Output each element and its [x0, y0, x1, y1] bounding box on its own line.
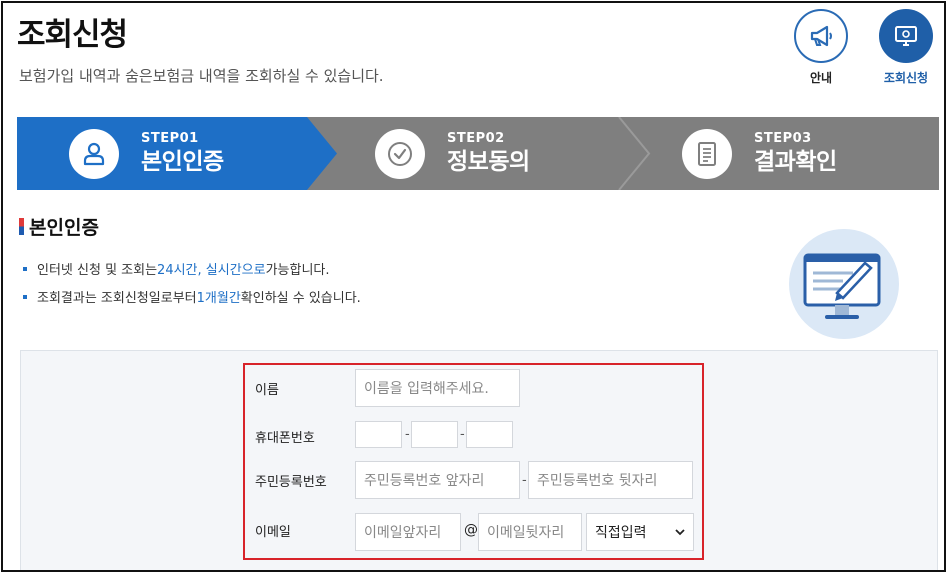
computer-illustration-icon — [789, 229, 899, 339]
section-title: 본인인증 — [19, 213, 99, 240]
step-1-number: STEP01 — [141, 130, 199, 146]
guide-button[interactable]: 안내 — [791, 9, 851, 86]
email-domain-select[interactable]: 직접입력 — [586, 513, 694, 551]
apply-inquiry-label: 조회신청 — [883, 71, 929, 85]
document-icon — [682, 128, 732, 179]
step-1: STEP01 본인인증 — [69, 117, 224, 190]
chevron-down-icon — [675, 529, 685, 536]
notice-text: 인터넷 신청 및 조회는 — [37, 263, 158, 278]
step-3-number: STEP03 — [754, 130, 812, 146]
name-label: 이름 — [255, 383, 279, 398]
user-icon — [69, 128, 119, 179]
email-at-sign: @ — [464, 522, 478, 538]
email-front-input[interactable]: 이메일앞자리 — [355, 513, 461, 551]
name-input[interactable]: 이름을 입력해주세요. — [355, 369, 520, 407]
rrn-front-input[interactable]: 주민등록번호 앞자리 — [355, 461, 520, 499]
page-subtitle: 보험가입 내역과 숨은보험금 내역을 조회하실 수 있습니다. — [19, 67, 384, 85]
bullet-icon — [23, 294, 27, 299]
notice-text: 확인하실 수 있습니다. — [240, 291, 361, 306]
step-2-name: 정보동의 — [447, 148, 530, 175]
step-divider-chevron — [618, 117, 651, 190]
notice-highlight: 1개월간 — [196, 291, 241, 306]
phone-last-input[interactable] — [466, 421, 513, 448]
email-back-input[interactable]: 이메일뒷자리 — [478, 513, 582, 551]
phone-separator: - — [405, 427, 410, 442]
notice-text: 가능합니다. — [265, 263, 330, 278]
rrn-back-input[interactable]: 주민등록번호 뒷자리 — [528, 461, 693, 499]
step-2-number: STEP02 — [447, 130, 505, 146]
page-title: 조회신청 — [17, 17, 128, 53]
section-title-text: 본인인증 — [29, 217, 99, 239]
section-flag-icon — [19, 218, 24, 235]
phone-separator: - — [460, 427, 465, 442]
notice-text: 조회결과는 조회신청일로부터 — [37, 291, 197, 306]
apply-inquiry-button[interactable]: 조회신청 — [876, 9, 936, 86]
megaphone-icon — [794, 9, 848, 63]
notice-item: 조회결과는 조회신청일로부터 1개월간 확인하실 수 있습니다. — [23, 287, 361, 306]
phone-label: 휴대폰번호 — [255, 431, 315, 446]
step-2: STEP02 정보동의 — [375, 117, 530, 190]
notice-highlight: 24시간, 실시간으로 — [157, 263, 266, 278]
bullet-icon — [23, 266, 27, 271]
step-1-name: 본인인증 — [141, 148, 224, 175]
phone-first-input[interactable] — [355, 421, 402, 448]
notice-list: 인터넷 신청 및 조회는 24시간, 실시간으로 가능합니다. 조회결과는 조회… — [23, 259, 361, 315]
notice-item: 인터넷 신청 및 조회는 24시간, 실시간으로 가능합니다. — [23, 259, 361, 278]
check-circle-icon — [375, 128, 425, 179]
monitor-icon — [879, 9, 933, 63]
step-progress-bar: STEP01 본인인증 STEP02 정보동의 STEP03 결과확인 — [17, 117, 939, 190]
rrn-separator: - — [522, 473, 527, 488]
email-label: 이메일 — [255, 525, 291, 540]
phone-middle-input[interactable] — [411, 421, 458, 448]
guide-label: 안내 — [809, 71, 833, 85]
step-3: STEP03 결과확인 — [682, 117, 837, 190]
email-domain-selected: 직접입력 — [595, 525, 647, 541]
step-3-name: 결과확인 — [754, 148, 837, 175]
page-frame: 조회신청 보험가입 내역과 숨은보험금 내역을 조회하실 수 있습니다. 안내 … — [1, 1, 946, 572]
rrn-label: 주민등록번호 — [255, 475, 327, 490]
